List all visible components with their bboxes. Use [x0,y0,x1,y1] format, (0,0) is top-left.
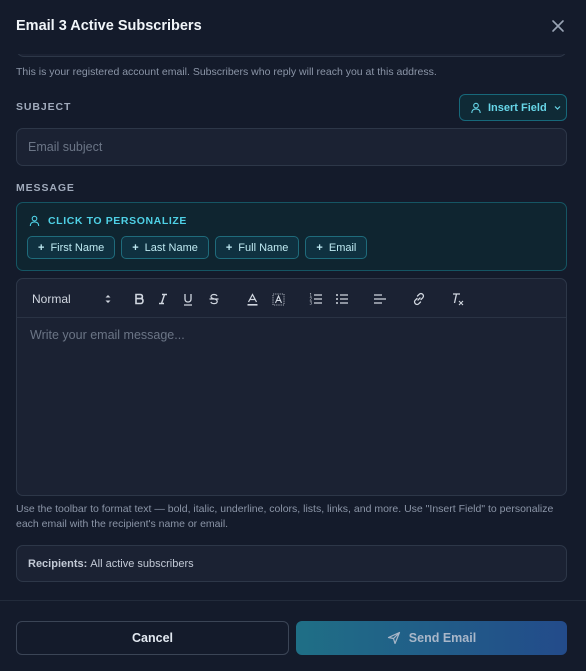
from-email-hint: This is your registered account email. S… [16,66,437,78]
message-label: MESSAGE [16,182,75,194]
personalize-title: CLICK TO PERSONALIZE [48,215,187,227]
insert-field-label: Insert Field [488,101,547,114]
send-icon [387,631,400,645]
format-select[interactable]: Normal [32,289,112,309]
dialog-title: Email 3 Active Subscribers [16,18,202,34]
cancel-button-label: Cancel [132,631,173,645]
plus-icon: + [225,241,233,254]
plus-icon: + [316,241,323,254]
chevron-down-icon [554,106,561,110]
italic-icon[interactable] [153,289,173,309]
chip-last-name[interactable]: + Last Name [121,236,209,259]
underline-icon[interactable] [178,289,198,309]
chip-label: First Name [50,241,105,254]
strikethrough-icon[interactable] [204,289,224,309]
clear-format-icon[interactable] [448,289,468,309]
bullet-list-icon[interactable] [332,289,352,309]
chip-first-name[interactable]: + First Name [27,236,116,259]
plus-icon: + [38,241,45,254]
recipients-value: All active subscribers [90,557,194,570]
chip-label: Last Name [144,241,198,254]
subject-input[interactable] [16,128,567,166]
user-icon [29,215,40,227]
plus-icon: + [132,241,139,254]
chip-label: Full Name [238,241,289,254]
send-email-button[interactable]: Send Email [296,621,567,655]
background-color-icon[interactable] [268,289,288,309]
select-arrows-icon [105,295,111,303]
text-color-icon[interactable] [242,289,262,309]
svg-text:3: 3 [310,301,313,306]
recipients-box: Recipients: All active subscribers [16,545,567,582]
cancel-button[interactable]: Cancel [16,621,289,655]
ordered-list-icon[interactable]: 123 [306,289,326,309]
personalize-chips: + First Name + Last Name + Full Name + Email [27,236,368,259]
editor-toolbar: Normal 123 [17,279,566,318]
bold-icon[interactable] [129,289,149,309]
format-select-value: Normal [32,292,71,306]
recipients-label: Recipients: [28,557,88,570]
dialog-footer: Cancel Send Email [0,600,586,671]
chip-full-name[interactable]: + Full Name [214,236,300,259]
message-editor: Normal 123 Write your email message... [16,278,567,496]
email-subscribers-dialog: Email 3 Active Subscribers This is your … [0,0,586,671]
close-icon[interactable] [548,16,568,36]
send-button-label: Send Email [408,631,477,645]
personalize-header: CLICK TO PERSONALIZE [29,215,187,227]
align-icon[interactable] [370,289,390,309]
personalize-panel: CLICK TO PERSONALIZE + First Name + Last N… [16,202,567,271]
from-email-field [16,54,567,57]
insert-field-button[interactable]: Insert Field [459,94,567,121]
user-icon [471,102,481,113]
message-editor-area[interactable]: Write your email message... [30,328,185,342]
chip-label: Email [328,241,357,254]
link-icon[interactable] [409,289,429,309]
dialog-body: This is your registered account email. S… [0,54,586,600]
editor-help-text: Use the toolbar to format text — bold, i… [16,503,554,530]
chip-email[interactable]: + Email [305,236,368,259]
subject-label: SUBJECT [16,101,72,113]
dialog-header: Email 3 Active Subscribers [0,0,586,54]
